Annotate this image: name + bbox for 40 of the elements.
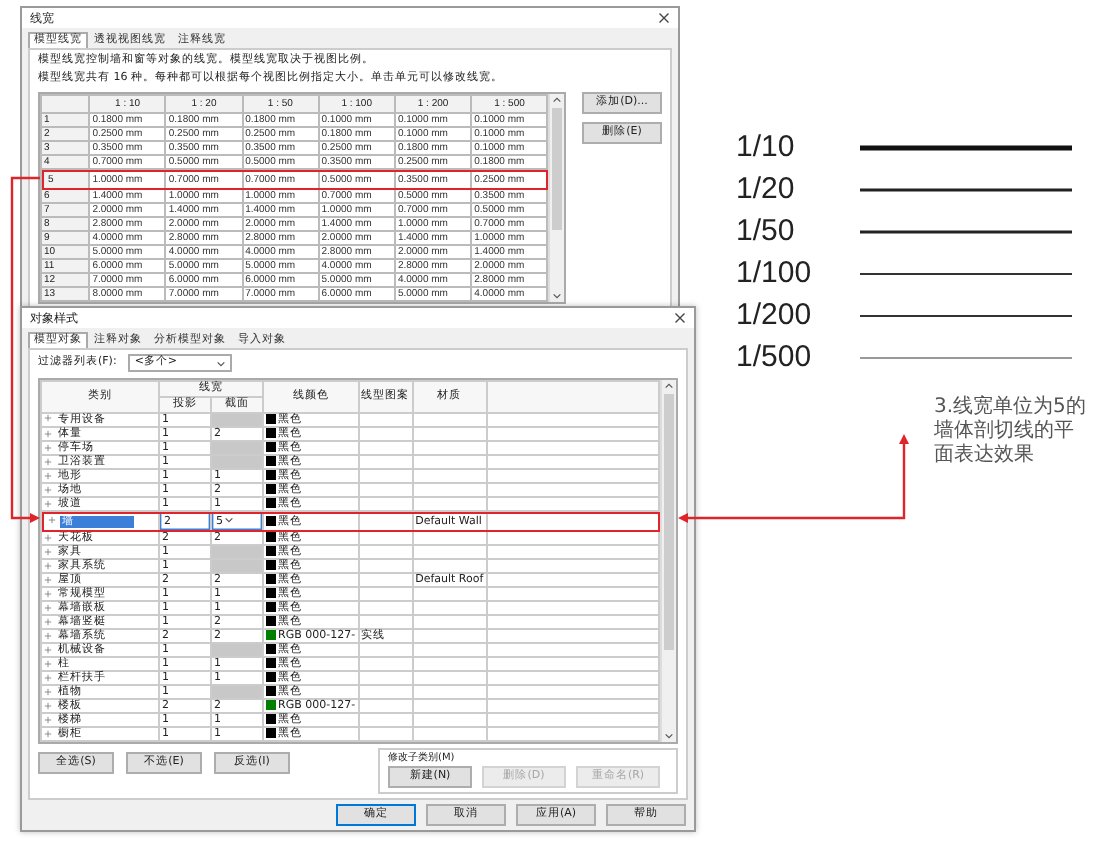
color-swatch[interactable] bbox=[266, 498, 276, 509]
close-icon[interactable] bbox=[658, 12, 670, 24]
scale-label: 1/100 bbox=[736, 254, 814, 294]
scroll-down-icon[interactable] bbox=[552, 292, 563, 300]
color-swatch[interactable] bbox=[266, 456, 276, 467]
color-swatch[interactable] bbox=[266, 630, 276, 641]
scroll-down-icon[interactable] bbox=[664, 732, 674, 741]
color-swatch[interactable] bbox=[266, 644, 276, 655]
color-swatch[interactable] bbox=[266, 728, 276, 739]
scale-label: 1/20 bbox=[736, 170, 797, 210]
color-swatch[interactable] bbox=[266, 574, 276, 585]
color-swatch[interactable] bbox=[266, 602, 276, 613]
scroll-up-icon[interactable] bbox=[664, 382, 674, 390]
color-swatch[interactable] bbox=[266, 515, 276, 526]
color-swatch[interactable] bbox=[266, 470, 276, 481]
scroll-up-icon[interactable] bbox=[552, 96, 563, 104]
color-swatch[interactable] bbox=[266, 442, 276, 453]
color-swatch[interactable] bbox=[266, 616, 276, 627]
scale-label: 1/50 bbox=[736, 212, 797, 252]
color-swatch[interactable] bbox=[266, 686, 276, 697]
color-swatch[interactable] bbox=[266, 484, 276, 495]
color-swatch[interactable] bbox=[266, 714, 276, 725]
scale-label: 1/500 bbox=[736, 338, 814, 378]
color-swatch[interactable] bbox=[266, 546, 276, 557]
scrollbar[interactable] bbox=[660, 380, 676, 743]
color-swatch[interactable] bbox=[266, 532, 276, 543]
color-swatch[interactable] bbox=[266, 428, 276, 439]
annotation-text: 3.线宽单位为5的墙体剖切线的平面表达效果 bbox=[934, 396, 1088, 468]
caret-icon bbox=[216, 359, 227, 367]
scale-label: 1/10 bbox=[736, 128, 797, 168]
color-swatch[interactable] bbox=[266, 414, 276, 424]
color-swatch[interactable] bbox=[266, 700, 276, 711]
close-icon[interactable] bbox=[674, 312, 686, 324]
scale-label: 1/200 bbox=[736, 296, 814, 336]
color-swatch[interactable] bbox=[266, 588, 276, 599]
color-swatch[interactable] bbox=[266, 658, 276, 669]
scrollbar[interactable] bbox=[548, 94, 564, 302]
caret-icon bbox=[223, 515, 233, 524]
color-swatch[interactable] bbox=[266, 672, 276, 683]
color-swatch[interactable] bbox=[266, 560, 276, 571]
